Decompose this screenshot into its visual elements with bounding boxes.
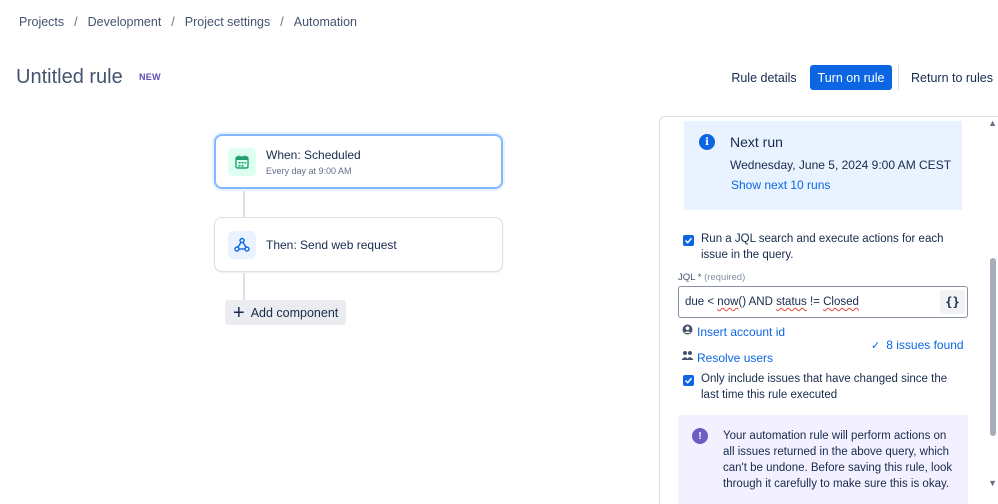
next-run-title: Next run [730,134,783,150]
jql-text: () AND [738,296,777,308]
jql-text: due < [685,296,718,308]
breadcrumb-separator: / [74,15,78,29]
trigger-subtitle: Every day at 9:00 AM [266,165,352,176]
calendar-icon [228,147,256,176]
issues-found-link[interactable]: ✓ 8 issues found [871,338,964,352]
info-icon: i [699,134,715,150]
only-changed-issues-label[interactable]: Only include issues that have changed si… [701,371,963,403]
scroll-down-arrow-icon[interactable]: ▼ [988,478,997,488]
jql-input[interactable]: due < now() AND status != Closed [678,286,968,318]
header-divider [898,64,899,90]
next-run-date: Wednesday, June 5, 2024 9:00 AM CEST [730,158,952,172]
checkmark-icon [684,377,693,384]
flow-connector [243,273,245,300]
jql-text: Closed [823,296,859,308]
breadcrumb: Projects / Development / Project setting… [19,15,357,29]
run-jql-checkbox[interactable] [683,235,694,246]
breadcrumb-project-settings[interactable]: Project settings [185,15,270,29]
scrollbar-thumb[interactable] [990,258,996,436]
turn-on-rule-button[interactable]: Turn on rule [810,65,892,90]
rule-title[interactable]: Untitled rule [16,66,123,89]
resolve-users-link[interactable]: Resolve users [697,351,773,365]
check-icon: ✓ [871,339,881,352]
add-component-label: Add component [250,305,339,320]
webhook-icon [228,230,256,259]
jql-label-text: JQL [678,272,696,283]
breadcrumb-projects[interactable]: Projects [19,15,64,29]
show-next-runs-link[interactable]: Show next 10 runs [731,178,830,192]
jql-text: now [717,296,739,308]
jql-label: JQL * (required) [678,272,745,283]
return-to-rules-button[interactable]: Return to rules [907,65,997,90]
jql-text: status [776,296,807,308]
run-jql-label[interactable]: Run a JQL search and execute actions for… [701,231,963,263]
action-title: Then: Send web request [266,237,397,252]
breadcrumb-development[interactable]: Development [88,15,162,29]
smart-values-button[interactable]: {} [940,290,965,314]
jql-text: != [806,296,824,308]
breadcrumb-separator: / [280,15,284,29]
user-avatar-icon [682,324,693,335]
checkmark-icon [684,237,693,244]
rule-details-button[interactable]: Rule details [727,65,801,90]
trigger-title: When: Scheduled [266,147,361,162]
action-card[interactable]: Then: Send web request [214,217,503,272]
insert-account-id-link[interactable]: Insert account id [697,325,785,339]
warning-exclamation-icon: ! [692,428,708,444]
breadcrumb-separator: / [171,15,175,29]
warning-text: Your automation rule will perform action… [723,430,953,490]
jql-required-hint: (required) [704,272,746,283]
flow-connector [243,191,245,218]
breadcrumb-automation[interactable]: Automation [294,15,357,29]
issues-found-count: 8 issues found [886,338,964,352]
only-changed-issues-checkbox[interactable] [683,375,694,386]
jql-required-asterisk: * [697,272,702,283]
plus-icon: + [233,301,245,324]
new-badge: NEW [139,72,161,82]
add-component-button[interactable]: + Add component [225,300,346,325]
trigger-card[interactable]: When: Scheduled Every day at 9:00 AM [214,134,503,189]
people-icon [681,351,694,360]
scroll-up-arrow-icon[interactable]: ▲ [988,118,997,128]
